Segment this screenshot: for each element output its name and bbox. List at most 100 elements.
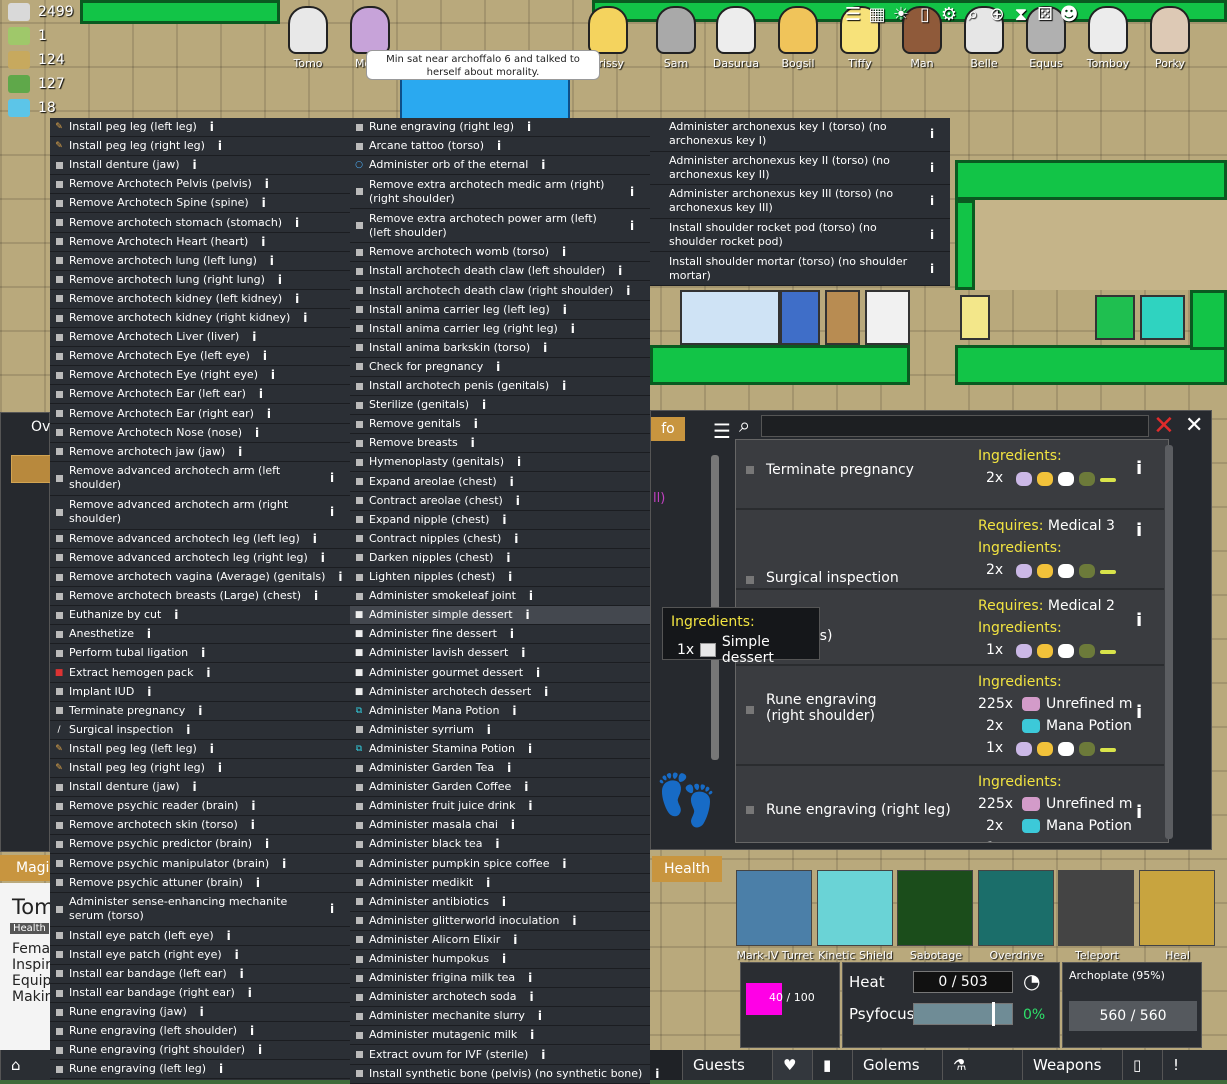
info-icon[interactable]: i [567, 914, 581, 928]
info-icon[interactable]: i [256, 235, 270, 249]
info-icon[interactable]: i [246, 799, 260, 813]
info-icon[interactable]: i [511, 494, 525, 508]
info-icon[interactable]: i [508, 933, 522, 947]
float-menu-option[interactable]: Install archotech death claw (left shoul… [350, 262, 650, 282]
info-icon[interactable]: i [325, 902, 339, 916]
float-menu-option[interactable]: Install eye patch (left eye) i [50, 926, 350, 946]
float-menu-option[interactable]: Perform tubal ligation i [50, 644, 350, 664]
psyfocus-marker[interactable] [992, 1002, 995, 1026]
float-menu-option[interactable]: Administer archotech soda i [350, 988, 650, 1008]
info-icon[interactable]: i [245, 1024, 259, 1038]
float-menu-option[interactable]: Remove psychic manipulator (brain) i [50, 854, 350, 874]
psyfocus-bar[interactable] [913, 1002, 1013, 1026]
info-icon[interactable]: i [251, 876, 265, 890]
gear-icon[interactable]: ⚙ [938, 4, 960, 26]
tab-golems[interactable]: Golems [852, 1050, 942, 1080]
info-icon[interactable]: i [539, 685, 553, 699]
info-icon[interactable]: i [497, 513, 511, 527]
float-menu-option[interactable]: Administer antibiotics i [350, 892, 650, 912]
info-icon[interactable]: i [531, 666, 545, 680]
info-icon[interactable]: i [233, 445, 247, 459]
float-menu-option[interactable]: ■ Administer archotech dessert i [350, 682, 650, 702]
search-input[interactable] [761, 415, 1149, 437]
info-icon[interactable]: i [557, 379, 571, 393]
float-menu-option[interactable]: Administer smokeleaf joint i [350, 587, 650, 607]
float-menu-option[interactable]: Install ear bandage (left ear) i [50, 964, 350, 984]
float-menu-option[interactable]: Remove archotech kidney (left kidney) i [50, 289, 350, 309]
search-icon[interactable]: ⌕ [962, 4, 984, 26]
ability-button[interactable]: Kinetic Shield [816, 870, 893, 962]
tab-weapons[interactable]: Weapons [1022, 1050, 1122, 1080]
float-menu-option[interactable]: Remove psychic attuner (brain) i [50, 873, 350, 893]
float-menu-option[interactable]: Administer archonexus key II (torso) (no… [650, 151, 950, 186]
float-menu-option[interactable]: Remove advanced archotech arm (left shou… [50, 461, 350, 496]
info-icon[interactable]: i [262, 407, 276, 421]
info-icon[interactable]: i [260, 837, 274, 851]
float-menu-option[interactable]: Remove archotech lung (right lung) i [50, 270, 350, 290]
flask-tab[interactable]: ⚗ [942, 1050, 1022, 1080]
float-menu-option[interactable]: Install archotech death claw (right shou… [350, 281, 650, 301]
float-menu-option[interactable]: Remove archotech breasts (Large) (chest)… [50, 587, 350, 607]
float-menu-option[interactable]: Administer mechanite slurry i [350, 1007, 650, 1027]
ability-button[interactable]: Overdrive [977, 870, 1054, 962]
float-menu-option[interactable]: Administer fruit juice drink i [350, 797, 650, 817]
info-icon[interactable]: i [536, 158, 550, 172]
magic-tab[interactable]: Magi [0, 855, 50, 881]
info-icon[interactable]: i [625, 219, 639, 233]
overview-tab[interactable]: Ov [31, 419, 50, 435]
float-menu-option[interactable]: Remove Archotech Heart (heart) i [50, 232, 350, 252]
info-icon[interactable]: i [316, 551, 330, 565]
colonist-portrait[interactable]: Tomo [280, 0, 336, 70]
info-icon[interactable]: i [621, 284, 635, 298]
info-icon[interactable]: i [243, 986, 257, 1000]
info-icon[interactable]: i [1136, 520, 1142, 541]
info-icon[interactable]: i [246, 818, 260, 832]
float-menu-option[interactable]: Lighten nipples (chest) i [350, 568, 650, 588]
float-menu-option[interactable]: Install shoulder mortar (torso) (no shou… [650, 252, 950, 286]
float-menu-option[interactable]: Remove archotech vagina (Average) (genit… [50, 568, 350, 588]
info-icon[interactable]: i [521, 608, 535, 622]
info-icon[interactable]: i [557, 245, 571, 259]
float-menu-option[interactable]: Remove archotech jaw (jaw) i [50, 442, 350, 462]
float-menu-option[interactable]: Extract ovum for IVF (sterile) i [350, 1045, 650, 1065]
info-icon[interactable]: i [925, 194, 939, 208]
info-icon[interactable]: i [247, 330, 261, 344]
close-icon[interactable]: ✕ [1185, 413, 1203, 438]
float-menu-option[interactable]: Install denture (jaw) i [50, 778, 350, 798]
info-icon[interactable]: i [481, 876, 495, 890]
info-icon[interactable]: i [214, 1062, 228, 1076]
info-icon[interactable]: i [254, 387, 268, 401]
float-menu-option[interactable]: ⧉ Administer Stamina Potion i [350, 739, 650, 759]
float-menu-option[interactable]: Remove advanced archotech arm (right sho… [50, 495, 350, 530]
float-menu-option[interactable]: Remove Archotech Spine (spine) i [50, 194, 350, 214]
ability-button[interactable]: Teleport [1058, 870, 1134, 962]
info-icon[interactable]: i [142, 685, 156, 699]
float-menu-option[interactable]: Rune engraving (right leg) i [350, 118, 650, 138]
float-menu-option[interactable]: Administer medikit i [350, 873, 650, 893]
info-icon[interactable]: i [925, 228, 939, 242]
info-icon[interactable]: i [506, 818, 520, 832]
info-icon[interactable]: i [477, 398, 491, 412]
pawn-sprite[interactable] [400, 75, 570, 120]
armor-gizmo[interactable]: Archoplate (95%) 560 / 560 [1062, 962, 1202, 1048]
info-icon[interactable]: i [525, 1028, 539, 1042]
info-icon[interactable]: i [466, 436, 480, 450]
float-menu-option[interactable]: Install anima carrier leg (right leg) i [350, 319, 650, 339]
info-icon[interactable]: i [325, 505, 339, 519]
float-menu-option[interactable]: ✎ Install peg leg (left leg) i [50, 118, 350, 138]
info-icon[interactable]: i [516, 646, 530, 660]
info-icon[interactable]: i [522, 120, 536, 134]
float-menu-option[interactable]: Remove breasts i [350, 434, 650, 454]
tab-guests[interactable]: Guests [682, 1050, 772, 1080]
float-menu-option[interactable]: Remove archotech kidney (right kidney) i [50, 309, 350, 329]
health-tab[interactable]: Health [652, 856, 722, 882]
float-menu-option[interactable]: Administer pumpkin spice coffee i [350, 854, 650, 874]
info-icon[interactable]: i [290, 216, 304, 230]
float-menu-option[interactable]: Check for pregnancy i [350, 357, 650, 377]
info-icon[interactable]: i [538, 341, 552, 355]
float-menu-option[interactable]: ■ Extract hemogen pack i [50, 663, 350, 683]
weather-icon[interactable]: ☀ [890, 4, 912, 26]
info-icon[interactable]: i [491, 360, 505, 374]
float-menu-option[interactable]: Administer Alicorn Elixir i [350, 930, 650, 950]
info-icon[interactable]: i [519, 780, 533, 794]
